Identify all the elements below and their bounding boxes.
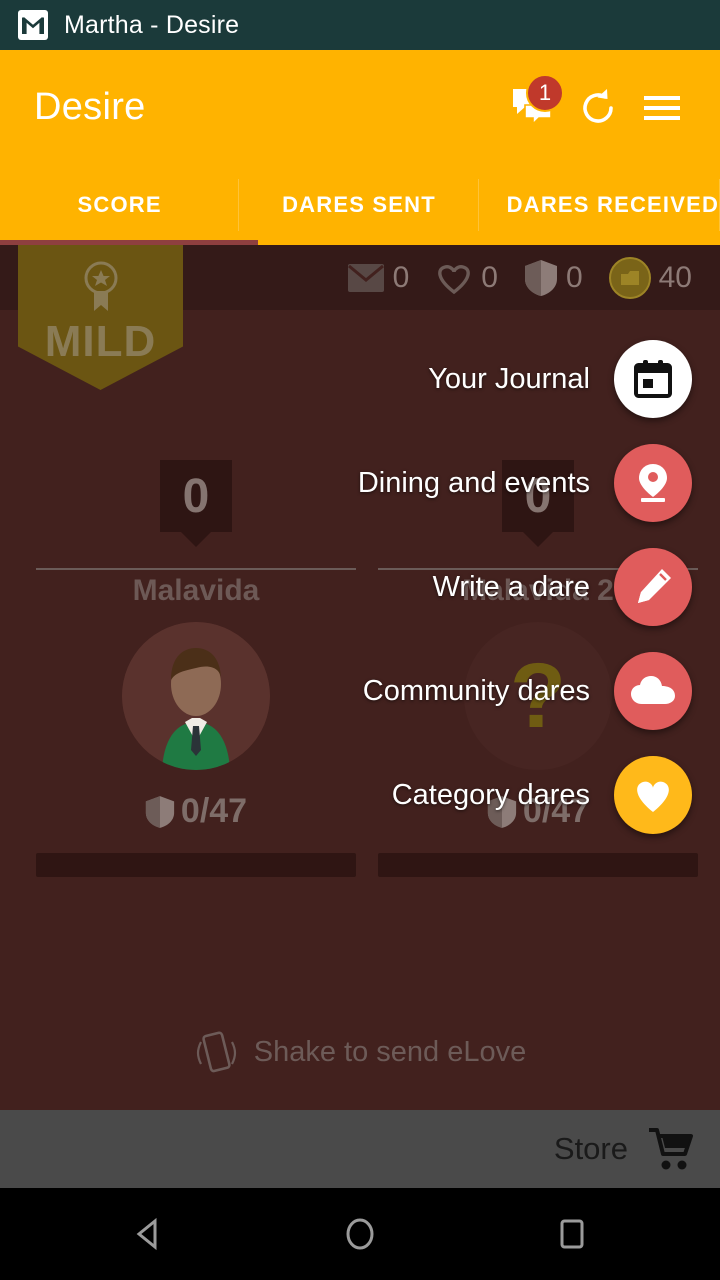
tab-score[interactable]: SCORE xyxy=(0,165,240,245)
shield-icon xyxy=(145,795,175,828)
pencil-icon[interactable] xyxy=(614,548,692,626)
level-badge-label: MILD xyxy=(44,317,157,366)
android-navigation-bar xyxy=(0,1188,720,1280)
app-bar-top-row: Desire 1 xyxy=(0,50,720,165)
player-divider xyxy=(36,568,356,570)
app-bar: Desire 1 SCORE DARES SENT DARES RECEIVED xyxy=(0,50,720,245)
fab-label: Community dares xyxy=(362,674,590,707)
phone-shake-icon xyxy=(196,1031,236,1073)
tab-dares-sent[interactable]: DARES SENT xyxy=(239,165,479,245)
player-score-chip: 0 xyxy=(160,460,232,532)
player-name: Malavida xyxy=(132,574,260,607)
notification-status-bar: Martha - Desire xyxy=(0,0,720,50)
chat-badge-count: 1 xyxy=(526,73,564,112)
recents-icon[interactable] xyxy=(540,1202,604,1266)
fab-item-write-a-dare[interactable]: Write a dare xyxy=(433,548,692,626)
fab-item-category-dares[interactable]: Category dares xyxy=(392,756,692,834)
heart-icon xyxy=(438,264,471,294)
stat-mail: 0 xyxy=(347,260,410,295)
menu-icon[interactable] xyxy=(630,76,694,140)
coin-icon xyxy=(608,256,651,299)
player-dares-line: 0/47 xyxy=(36,792,356,831)
male-avatar[interactable] xyxy=(122,622,270,770)
level-badge: MILD xyxy=(18,245,183,390)
shopping-cart-icon xyxy=(649,1128,693,1170)
fab-item-your-journal[interactable]: Your Journal xyxy=(428,340,692,418)
player-dares-count: 0/47 xyxy=(180,792,248,830)
notification-title: Martha - Desire xyxy=(64,10,240,39)
fab-label: Write a dare xyxy=(432,570,590,603)
back-icon[interactable] xyxy=(116,1202,180,1266)
tab-active-indicator xyxy=(0,240,258,245)
fab-item-community-dares[interactable]: Community dares xyxy=(363,652,692,730)
fab-speed-dial-menu: Your Journal Dining and events Write a d… xyxy=(358,340,692,834)
refresh-icon[interactable] xyxy=(566,76,630,140)
shield-icon xyxy=(524,259,557,296)
chat-icon[interactable]: 1 xyxy=(502,73,566,140)
stat-coin: 40 xyxy=(608,256,692,299)
player-progress-bar xyxy=(36,853,356,877)
stat-heart: 0 xyxy=(435,261,498,295)
store-bar[interactable]: Store xyxy=(0,1110,720,1188)
award-ribbon-icon xyxy=(84,261,117,311)
home-icon[interactable] xyxy=(328,1202,392,1266)
player-card-left: 0 Malavida 0/47 xyxy=(36,460,356,877)
stat-heart-value: 0 xyxy=(481,260,498,294)
fab-label: Your Journal xyxy=(428,362,590,395)
player-progress-bar xyxy=(378,853,698,877)
heart-icon[interactable] xyxy=(614,756,692,834)
stat-coin-value: 40 xyxy=(658,260,692,294)
fab-label: Category dares xyxy=(391,778,590,811)
shake-hint: Shake to send eLove xyxy=(0,1028,720,1076)
stat-shield-value: 0 xyxy=(565,260,583,294)
shake-hint-text: Shake to send eLove xyxy=(253,1035,527,1068)
tab-bar: SCORE DARES SENT DARES RECEIVED xyxy=(0,165,720,245)
store-label: Store xyxy=(553,1131,628,1166)
calendar-icon[interactable] xyxy=(614,340,692,418)
player-score: 0 xyxy=(182,469,210,523)
app-title: Desire xyxy=(34,86,146,128)
stat-shield: 0 xyxy=(524,259,583,297)
mail-icon xyxy=(347,263,384,292)
location-pin-icon[interactable] xyxy=(614,444,692,522)
tab-dares-received[interactable]: DARES RECEIVED xyxy=(479,165,720,245)
gmail-icon xyxy=(18,10,48,40)
fab-label: Dining and events xyxy=(357,466,590,499)
stat-mail-value: 0 xyxy=(392,260,410,294)
fab-item-dining-and-events[interactable]: Dining and events xyxy=(358,444,692,522)
cloud-icon[interactable] xyxy=(614,652,692,730)
